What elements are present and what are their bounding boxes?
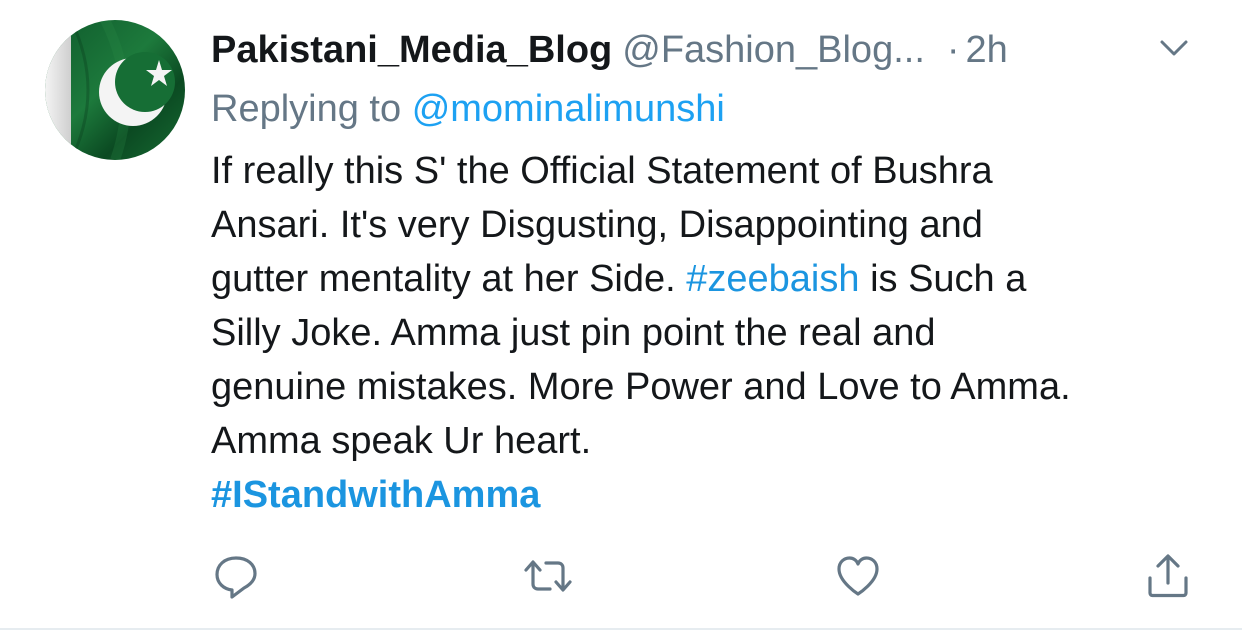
tweet[interactable]: Pakistani_Media_Blog @Fashion_Blog... · 2h … xyxy=(0,0,1242,630)
pakistan-flag-avatar-icon xyxy=(45,20,185,160)
action-bar xyxy=(0,548,1242,604)
timestamp[interactable]: 2h xyxy=(966,29,1008,71)
heart-icon xyxy=(837,556,879,596)
tweet-text-line: Ansari. It's very Disgusting, Disappoint… xyxy=(211,204,983,246)
tweet-text-line: Amma speak Ur heart. xyxy=(211,420,592,462)
tweet-text-segment: gutter mentality at her Side. xyxy=(211,258,676,300)
tweet-text-line: gutter mentality at her Side. #zeebaish … xyxy=(211,252,1211,306)
reply-mention-link[interactable]: @mominalimunshi xyxy=(412,88,725,130)
like-button[interactable] xyxy=(830,548,886,604)
hashtag-link[interactable]: #zeebaish xyxy=(686,258,859,300)
replying-to-label: Replying to xyxy=(211,88,402,130)
display-name[interactable]: Pakistani_Media_Blog xyxy=(211,29,612,71)
tweet-text-line: genuine mistakes. More Power and Love to… xyxy=(211,366,1071,408)
share-button[interactable] xyxy=(1140,548,1196,604)
tweet-header: Pakistani_Media_Blog @Fashion_Blog... · 2h xyxy=(211,22,1211,78)
user-handle[interactable]: @Fashion_Blog... xyxy=(622,29,925,71)
share-icon xyxy=(1148,554,1188,598)
tweet-text-line: If really this S' the Official Statement… xyxy=(211,150,993,192)
tweet-text-segment: is Such a xyxy=(870,258,1027,300)
tweet-text: If really this S' the Official Statement… xyxy=(211,144,1211,522)
reply-button[interactable] xyxy=(208,548,264,604)
chevron-down-icon[interactable] xyxy=(1158,36,1190,60)
avatar[interactable] xyxy=(45,20,185,160)
replying-to: Replying to @mominalimunshi xyxy=(211,82,725,136)
reply-icon xyxy=(215,556,257,599)
separator-dot: · xyxy=(946,29,960,71)
retweet-icon xyxy=(524,560,572,592)
retweet-button[interactable] xyxy=(520,548,576,604)
hashtag-link[interactable]: #IStandwithAmma xyxy=(211,468,1211,522)
tweet-text-line: Silly Joke. Amma just pin point the real… xyxy=(211,312,936,354)
